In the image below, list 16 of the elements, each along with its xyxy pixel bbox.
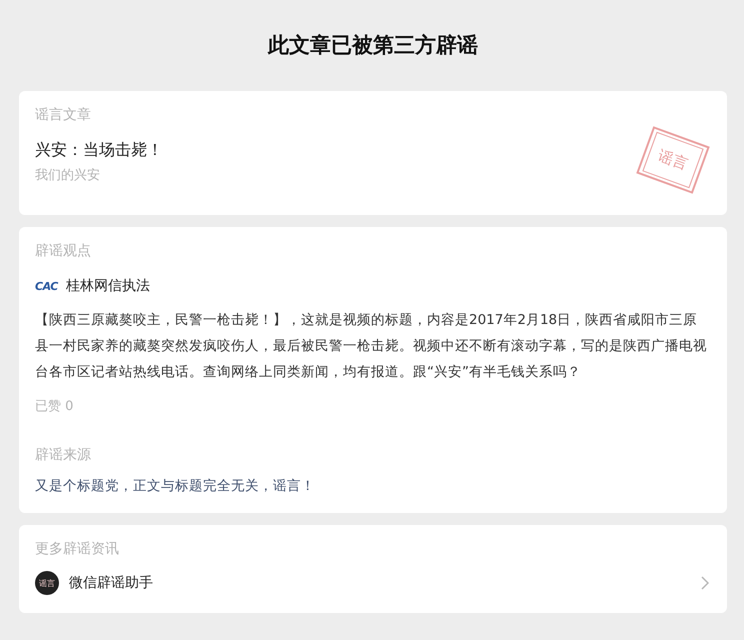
debunk-text: 【陕西三原藏獒咬主，民警一枪击毙！】，这就是视频的标题，内容是2017年2月18日，陕西省咸阳市三原县一村民家养的藏獒突然发疯咬伤人，最后被民警一枪击毙。视频中还不断有滚动字幕，写的是陕西广播电视台各市区记者站热线电话。查询网络上同类新闻，均有报道。跟“兴安”有半毛钱关系吗？ (35, 311, 708, 382)
chevron-icon (701, 576, 709, 590)
rumor-stamp: 谣言 (636, 126, 710, 194)
org-logo: CAC (35, 280, 58, 292)
article-source: 我们的兴安 (35, 167, 101, 185)
account-avatar: 谣言 (35, 571, 59, 595)
section-heading: 谣言文章 (35, 106, 92, 125)
article-title[interactable]: 兴安：当场击毙！ (35, 139, 163, 161)
section-heading: 更多辟谣资讯 (35, 540, 120, 559)
section-heading: 辟谣来源 (35, 446, 92, 465)
account-row[interactable]: 谣言 微信辟谣助手 (35, 571, 711, 595)
page-title: 此文章已被第三方辟谣 (266, 32, 479, 59)
section-heading: 辟谣观点 (35, 242, 92, 261)
org-name: 桂林网信执法 (66, 277, 150, 295)
source-text: 又是个标题党，正文与标题完全无关，谣言！ (35, 477, 316, 495)
account-name: 微信辟谣助手 (69, 574, 154, 592)
